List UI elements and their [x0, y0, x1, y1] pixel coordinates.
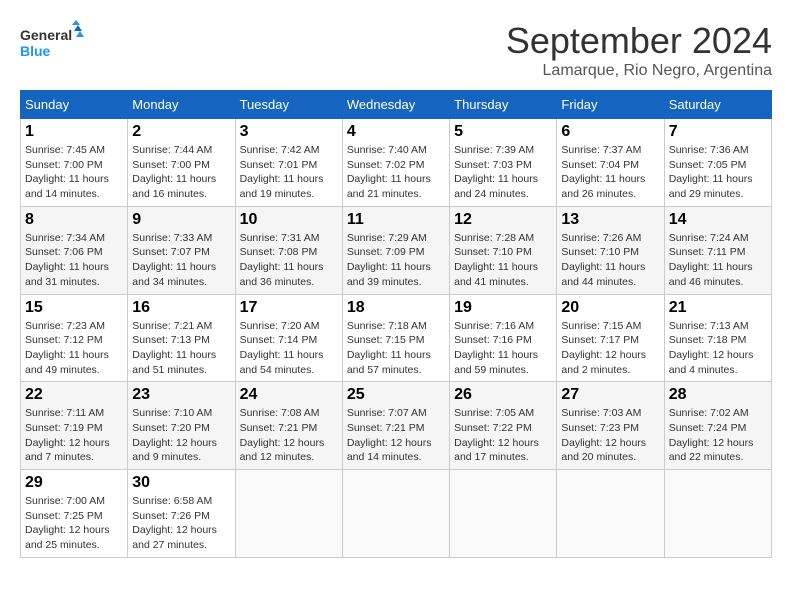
table-row: 21Sunrise: 7:13 AMSunset: 7:18 PMDayligh…	[664, 294, 771, 382]
table-row	[450, 470, 557, 558]
table-row: 10Sunrise: 7:31 AMSunset: 7:08 PMDayligh…	[235, 206, 342, 294]
table-row	[557, 470, 664, 558]
col-wednesday: Wednesday	[342, 91, 449, 119]
table-row: 12Sunrise: 7:28 AMSunset: 7:10 PMDayligh…	[450, 206, 557, 294]
table-row: 30Sunrise: 6:58 AMSunset: 7:26 PMDayligh…	[128, 470, 235, 558]
table-row: 6Sunrise: 7:37 AMSunset: 7:04 PMDaylight…	[557, 119, 664, 207]
table-row: 13Sunrise: 7:26 AMSunset: 7:10 PMDayligh…	[557, 206, 664, 294]
calendar-week-2: 8Sunrise: 7:34 AMSunset: 7:06 PMDaylight…	[21, 206, 772, 294]
logo-icon: General Blue	[20, 20, 90, 65]
table-row: 11Sunrise: 7:29 AMSunset: 7:09 PMDayligh…	[342, 206, 449, 294]
logo: General Blue	[20, 20, 90, 65]
calendar-week-4: 22Sunrise: 7:11 AMSunset: 7:19 PMDayligh…	[21, 382, 772, 470]
table-row: 25Sunrise: 7:07 AMSunset: 7:21 PMDayligh…	[342, 382, 449, 470]
col-tuesday: Tuesday	[235, 91, 342, 119]
table-row: 2Sunrise: 7:44 AMSunset: 7:00 PMDaylight…	[128, 119, 235, 207]
page-title: September 2024	[506, 20, 772, 62]
calendar-week-1: 1Sunrise: 7:45 AMSunset: 7:00 PMDaylight…	[21, 119, 772, 207]
table-row	[342, 470, 449, 558]
calendar-table: Sunday Monday Tuesday Wednesday Thursday…	[20, 90, 772, 558]
table-row: 20Sunrise: 7:15 AMSunset: 7:17 PMDayligh…	[557, 294, 664, 382]
table-row: 3Sunrise: 7:42 AMSunset: 7:01 PMDaylight…	[235, 119, 342, 207]
table-row	[664, 470, 771, 558]
table-row: 29Sunrise: 7:00 AMSunset: 7:25 PMDayligh…	[21, 470, 128, 558]
table-row: 27Sunrise: 7:03 AMSunset: 7:23 PMDayligh…	[557, 382, 664, 470]
col-monday: Monday	[128, 91, 235, 119]
table-row: 18Sunrise: 7:18 AMSunset: 7:15 PMDayligh…	[342, 294, 449, 382]
page-subtitle: Lamarque, Rio Negro, Argentina	[506, 62, 772, 80]
table-row: 14Sunrise: 7:24 AMSunset: 7:11 PMDayligh…	[664, 206, 771, 294]
table-row: 4Sunrise: 7:40 AMSunset: 7:02 PMDaylight…	[342, 119, 449, 207]
table-row: 19Sunrise: 7:16 AMSunset: 7:16 PMDayligh…	[450, 294, 557, 382]
col-saturday: Saturday	[664, 91, 771, 119]
table-row: 23Sunrise: 7:10 AMSunset: 7:20 PMDayligh…	[128, 382, 235, 470]
table-row: 16Sunrise: 7:21 AMSunset: 7:13 PMDayligh…	[128, 294, 235, 382]
table-row: 17Sunrise: 7:20 AMSunset: 7:14 PMDayligh…	[235, 294, 342, 382]
table-row: 15Sunrise: 7:23 AMSunset: 7:12 PMDayligh…	[21, 294, 128, 382]
title-block: September 2024 Lamarque, Rio Negro, Arge…	[506, 20, 772, 80]
table-row: 24Sunrise: 7:08 AMSunset: 7:21 PMDayligh…	[235, 382, 342, 470]
table-row: 7Sunrise: 7:36 AMSunset: 7:05 PMDaylight…	[664, 119, 771, 207]
table-row: 22Sunrise: 7:11 AMSunset: 7:19 PMDayligh…	[21, 382, 128, 470]
calendar-header-row: Sunday Monday Tuesday Wednesday Thursday…	[21, 91, 772, 119]
calendar-week-3: 15Sunrise: 7:23 AMSunset: 7:12 PMDayligh…	[21, 294, 772, 382]
col-sunday: Sunday	[21, 91, 128, 119]
table-row: 8Sunrise: 7:34 AMSunset: 7:06 PMDaylight…	[21, 206, 128, 294]
col-thursday: Thursday	[450, 91, 557, 119]
calendar-week-5: 29Sunrise: 7:00 AMSunset: 7:25 PMDayligh…	[21, 470, 772, 558]
col-friday: Friday	[557, 91, 664, 119]
svg-text:General: General	[20, 27, 72, 43]
table-row: 5Sunrise: 7:39 AMSunset: 7:03 PMDaylight…	[450, 119, 557, 207]
svg-text:Blue: Blue	[20, 43, 51, 59]
table-row: 28Sunrise: 7:02 AMSunset: 7:24 PMDayligh…	[664, 382, 771, 470]
table-row: 26Sunrise: 7:05 AMSunset: 7:22 PMDayligh…	[450, 382, 557, 470]
table-row: 9Sunrise: 7:33 AMSunset: 7:07 PMDaylight…	[128, 206, 235, 294]
table-row: 1Sunrise: 7:45 AMSunset: 7:00 PMDaylight…	[21, 119, 128, 207]
table-row	[235, 470, 342, 558]
page-header: General Blue September 2024 Lamarque, Ri…	[20, 20, 772, 80]
